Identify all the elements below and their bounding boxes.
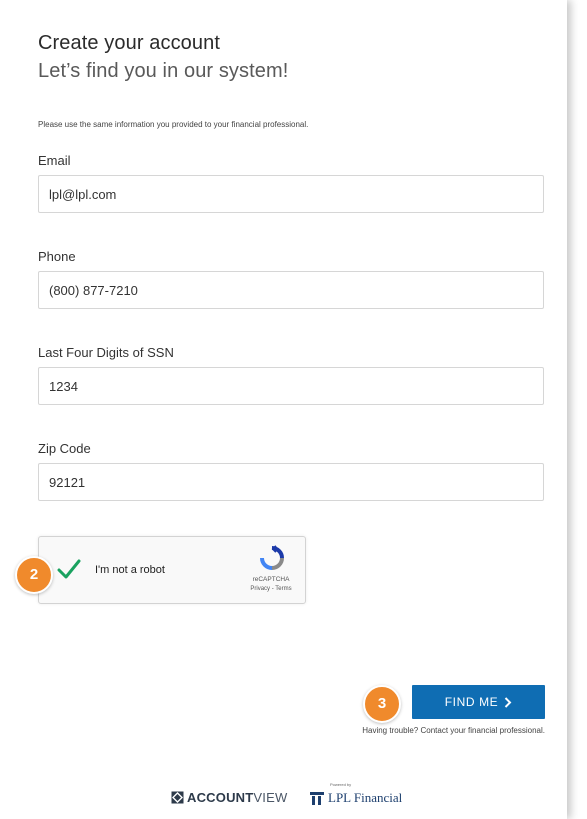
find-me-label: FIND ME (444, 695, 499, 709)
lpl-mark-icon (310, 792, 324, 805)
chevron-right-icon (505, 696, 512, 708)
email-field[interactable] (38, 175, 544, 213)
find-me-button[interactable]: FIND ME (412, 685, 545, 719)
recaptcha-checkmark-icon[interactable] (57, 557, 81, 581)
step-2-badge: 2 (15, 556, 53, 594)
ssn-field[interactable] (38, 367, 544, 405)
trouble-text: Having trouble? Contact your financial p… (362, 726, 545, 735)
zip-label: Zip Code (38, 441, 91, 456)
instructions-text: Please use the same information you prov… (38, 120, 309, 129)
accountview-bold: ACCOUNT (187, 790, 254, 805)
recaptcha-privacy-terms[interactable]: Privacy - Terms (235, 586, 307, 592)
recaptcha-widget: I'm not a robot reCAPTCHA Privacy - Term… (38, 536, 306, 604)
recaptcha-brand: reCAPTCHA (252, 576, 290, 583)
recaptcha-label: I'm not a robot (95, 564, 165, 576)
accountview-logo: ACCOUNT VIEW (171, 790, 287, 805)
accountview-light: VIEW (253, 790, 288, 805)
phone-field[interactable] (38, 271, 544, 309)
phone-label: Phone (38, 249, 76, 264)
ssn-label: Last Four Digits of SSN (38, 345, 174, 360)
step-3-badge: 3 (363, 685, 401, 723)
signup-panel: Create your account Let’s find you in ou… (0, 0, 567, 819)
email-label: Email (38, 153, 71, 168)
lpl-financial-logo: Powered by LPL Financial (310, 782, 403, 806)
page-subtitle: Let’s find you in our system! (38, 60, 289, 82)
recaptcha-logo-icon (260, 545, 284, 570)
lpl-financial-name: LPL Financial (328, 790, 403, 805)
page-title: Create your account (38, 32, 220, 54)
zip-field[interactable] (38, 463, 544, 501)
accountview-diamond-icon (171, 791, 184, 804)
powered-by-text: Powered by (330, 782, 352, 787)
